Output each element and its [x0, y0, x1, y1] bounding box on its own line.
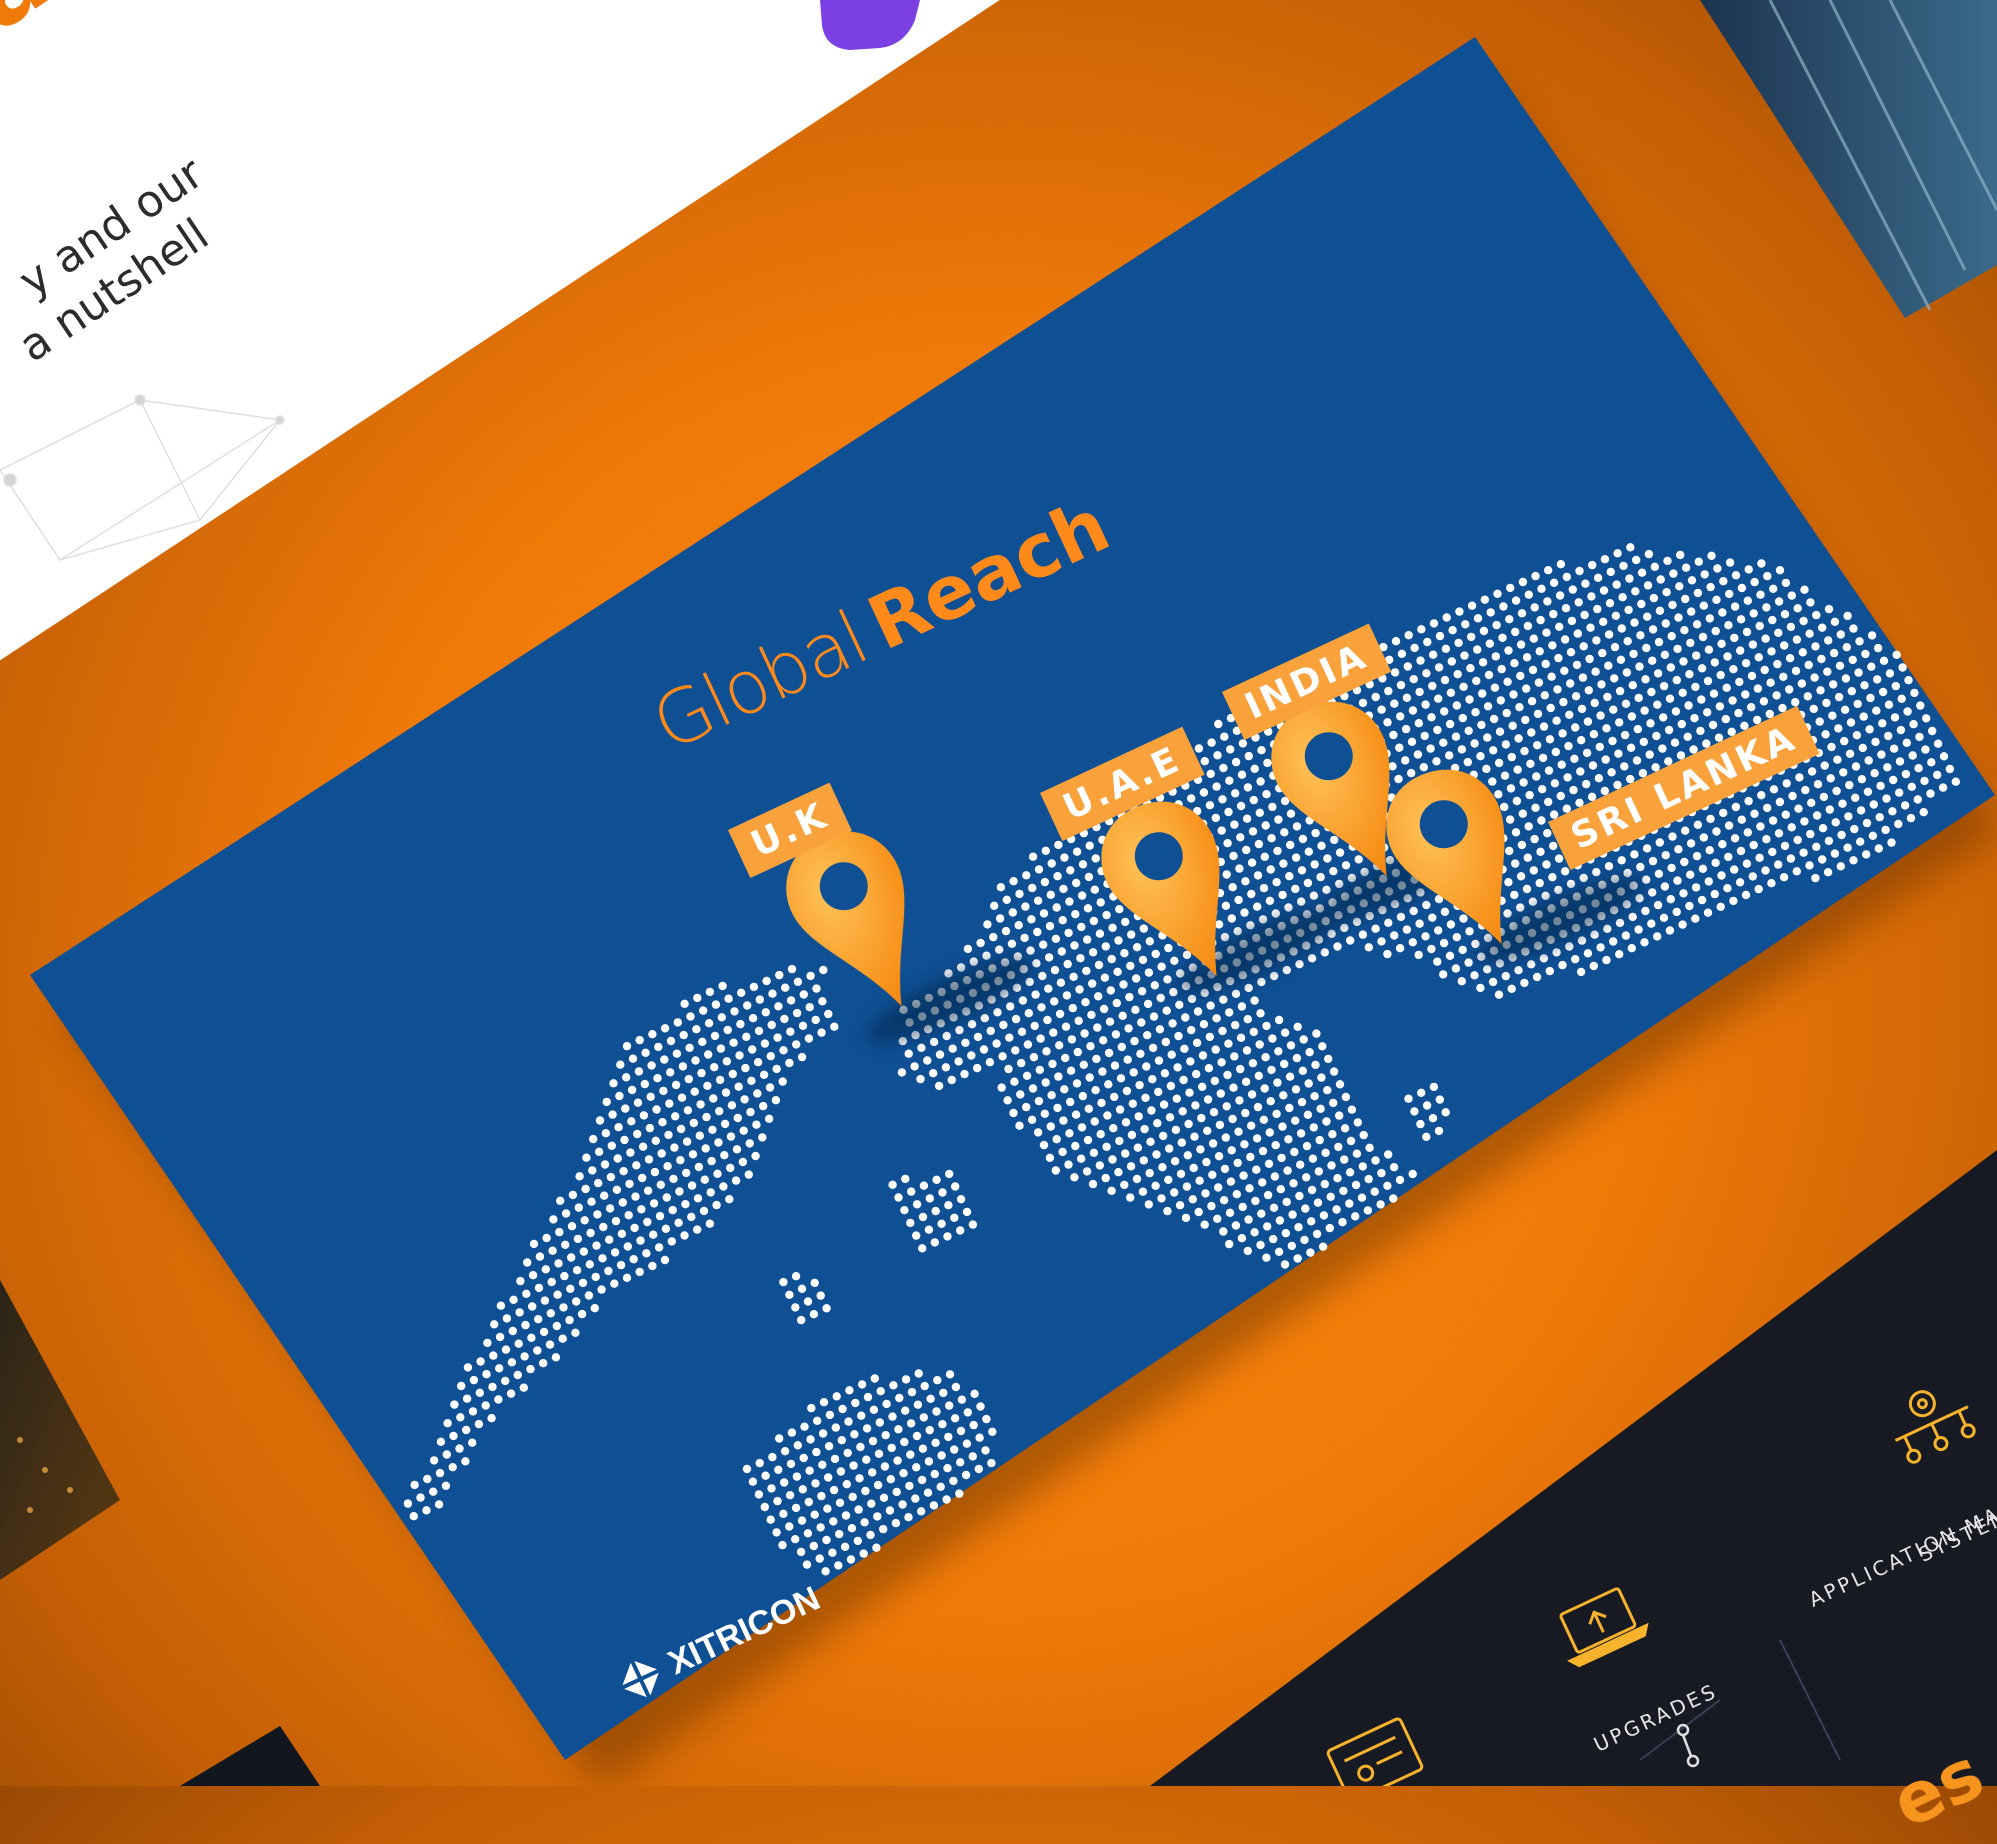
- network-card-icon: [1326, 1717, 1424, 1786]
- laptop-upload-icon: [1559, 1587, 1649, 1668]
- connector-icon: [1676, 1723, 1700, 1768]
- gear-network-icon: [1894, 1390, 1976, 1464]
- services-icons: [1326, 1390, 1976, 1786]
